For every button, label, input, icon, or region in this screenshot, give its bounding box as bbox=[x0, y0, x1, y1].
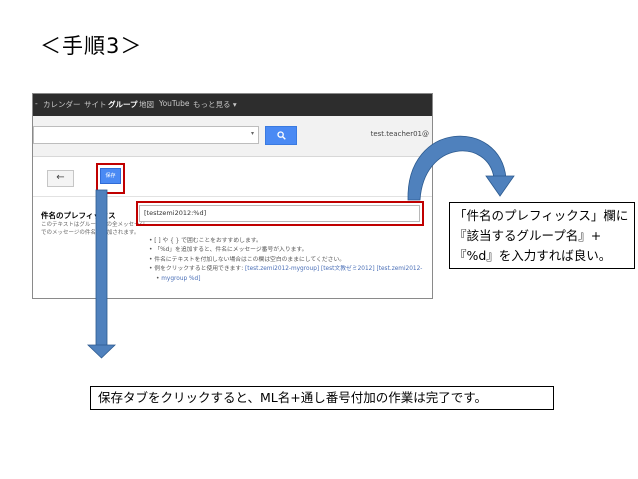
callout-line: 『%d』を入力すれば良い。 bbox=[454, 248, 612, 263]
instruction-callout: 「件名のプレフィックス」欄に 『該当するグループ名』+ 『%d』を入力すれば良い… bbox=[449, 202, 635, 269]
completion-callout: 保存タブをクリックすると、ML名+通し番号付加の作業は完了です。 bbox=[90, 386, 554, 410]
callout-line: 『該当するグループ名』+ bbox=[454, 228, 602, 243]
callout-line: 「件名のプレフィックス」欄に bbox=[454, 208, 629, 223]
down-arrow-icon bbox=[87, 189, 116, 359]
curved-arrow-icon bbox=[407, 135, 515, 201]
